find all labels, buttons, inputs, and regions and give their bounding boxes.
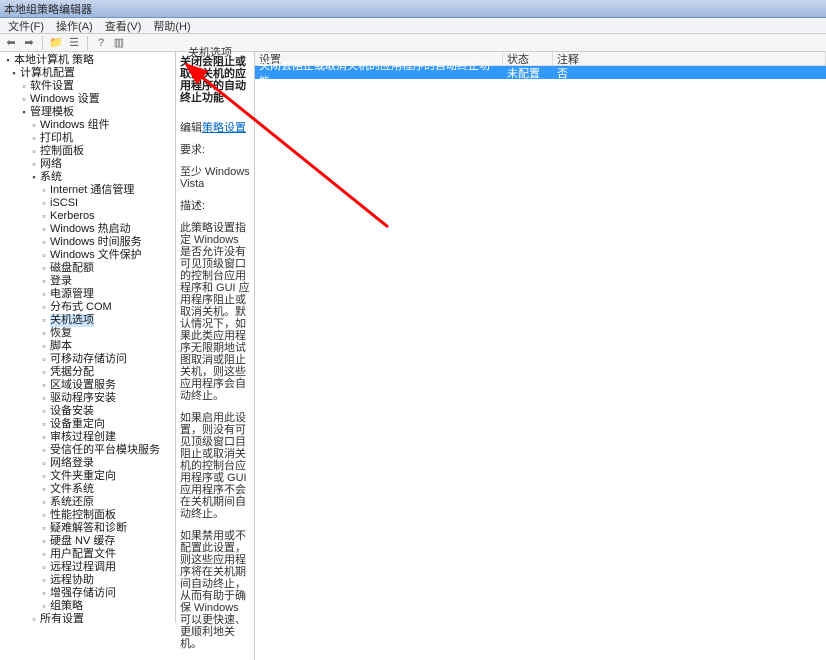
desc-text: 此策略设置指定 Windows 是否允许没有可见顶级窗口的控制台应用程序和 GU… — [180, 222, 252, 402]
tree-item[interactable]: ▫区域设置服务 — [0, 379, 175, 392]
window-title: 本地组策略编辑器 — [4, 1, 92, 17]
tree-item[interactable]: ▫Windows 时间服务 — [0, 236, 175, 249]
desc-text: 如果禁用或不配置此设置，则这些应用程序将在关机期间自动终止，从而有助于确保 Wi… — [180, 530, 252, 650]
tree-item[interactable]: ▫硬盘 NV 缓存 — [0, 535, 175, 548]
tree-item[interactable]: ▫电源管理 — [0, 288, 175, 301]
tree-item[interactable]: ▫性能控制面板 — [0, 509, 175, 522]
tree-item[interactable]: ▫文件系统 — [0, 483, 175, 496]
tree-item[interactable]: ▫脚本 — [0, 340, 175, 353]
row-note: 否 — [553, 65, 826, 81]
tree-system[interactable]: ▪系统 — [0, 171, 175, 184]
tree-item[interactable]: ▫Kerberos — [0, 210, 175, 223]
edit-policy-link[interactable]: 策略设置 — [202, 122, 246, 134]
tree-item[interactable]: ▫远程协助 — [0, 574, 175, 587]
requirement-label: 要求: — [180, 144, 252, 156]
settings-list: 设置 状态 注释 关闭会阻止或取消关机的应用程序的自动终止功能 未配置 否 — [254, 52, 826, 660]
tree-item[interactable]: ▫组策略 — [0, 600, 175, 613]
tree-item[interactable]: ▫增强存储访问 — [0, 587, 175, 600]
tree-item[interactable]: ▫Windows 设置 — [0, 93, 175, 106]
requirement-text: 至少 Windows Vista — [180, 166, 252, 190]
menu-help[interactable]: 帮助(H) — [147, 18, 196, 34]
desc-label: 描述: — [180, 200, 252, 212]
tree-item[interactable]: ▫可移动存储访问 — [0, 353, 175, 366]
tree-shutdown-options[interactable]: ▫关机选项 — [0, 314, 175, 327]
tree-item[interactable]: ▫iSCSI — [0, 197, 175, 210]
menu-bar: 文件(F) 操作(A) 查看(V) 帮助(H) — [0, 18, 826, 34]
tree-item[interactable]: ▫软件设置 — [0, 80, 175, 93]
row-name: 关闭会阻止或取消关机的应用程序的自动终止功能 — [255, 57, 503, 89]
tree-computer-config[interactable]: ▪计算机配置 — [0, 67, 175, 80]
tree-item[interactable]: ▫驱动程序安装 — [0, 392, 175, 405]
tree-item[interactable]: ▫打印机 — [0, 132, 175, 145]
row-state: 未配置 — [503, 65, 553, 81]
tree-item[interactable]: ▫设备安装 — [0, 405, 175, 418]
tree-item[interactable]: ▫控制面板 — [0, 145, 175, 158]
tree-item[interactable]: ▫凭据分配 — [0, 366, 175, 379]
tree-item[interactable]: ▫远程过程调用 — [0, 561, 175, 574]
setting-row[interactable]: 关闭会阻止或取消关机的应用程序的自动终止功能 未配置 否 — [255, 66, 826, 79]
panel-content: 关闭会阻止或取消关机的应用程序的自动终止功能 编辑策略设置 要求: 至少 Win… — [176, 52, 826, 660]
tree-item[interactable]: ▫Windows 文件保护 — [0, 249, 175, 262]
tree-item[interactable]: ▫疑难解答和诊断 — [0, 522, 175, 535]
tree-item[interactable]: ▫网络 — [0, 158, 175, 171]
tree-item[interactable]: ▫网络登录 — [0, 457, 175, 470]
filter-icon[interactable]: ▥ — [112, 36, 126, 50]
tree-item[interactable]: ▫受信任的平台模块服务 — [0, 444, 175, 457]
tree-pane[interactable]: ▪本地计算机 策略 ▪计算机配置 ▫软件设置 ▫Windows 设置 ▪管理模板… — [0, 52, 176, 623]
tree-item[interactable]: ▪管理模板 — [0, 106, 175, 119]
menu-view[interactable]: 查看(V) — [99, 18, 148, 34]
tree-item[interactable]: ▫系统还原 — [0, 496, 175, 509]
menu-action[interactable]: 操作(A) — [50, 18, 99, 34]
col-state[interactable]: 状态 — [503, 52, 553, 65]
window-title-bar: 本地组策略编辑器 — [0, 0, 826, 18]
forward-icon[interactable]: ➡ — [22, 36, 36, 50]
help-icon[interactable]: ? — [94, 36, 108, 50]
policy-heading: 关闭会阻止或取消关机的应用程序的自动终止功能 — [180, 56, 252, 104]
col-note[interactable]: 注释 — [553, 52, 826, 65]
tree-item[interactable]: ▫审核过程创建 — [0, 431, 175, 444]
tree-item[interactable]: ▫所有设置 — [0, 613, 175, 623]
back-icon[interactable]: ⬅ — [4, 36, 18, 50]
edit-line: 编辑策略设置 — [180, 122, 252, 134]
tree-item[interactable]: ▫登录 — [0, 275, 175, 288]
tree-item[interactable]: ▫磁盘配额 — [0, 262, 175, 275]
tree-item[interactable]: ▫分布式 COM — [0, 301, 175, 314]
tree-item[interactable]: ▫Windows 组件 — [0, 119, 175, 132]
tree-item[interactable]: ▫设备重定向 — [0, 418, 175, 431]
menu-file[interactable]: 文件(F) — [2, 18, 50, 34]
tree-item[interactable]: ▫Windows 热启动 — [0, 223, 175, 236]
tree-item[interactable]: ▫用户配置文件 — [0, 548, 175, 561]
toolbar-sep — [42, 36, 43, 50]
desc-text: 如果启用此设置，则没有可见顶级窗口目阻止或取消关机的控制台应用程序或 GUI 应… — [180, 412, 252, 520]
list-icon[interactable]: ☰ — [67, 36, 81, 50]
description-pane: 关闭会阻止或取消关机的应用程序的自动终止功能 编辑策略设置 要求: 至少 Win… — [176, 52, 254, 660]
tree-item[interactable]: ▫文件夹重定向 — [0, 470, 175, 483]
main-split: ▪本地计算机 策略 ▪计算机配置 ▫软件设置 ▫Windows 设置 ▪管理模板… — [0, 52, 826, 623]
folder-icon[interactable]: 📁 — [49, 36, 63, 50]
right-pane: 关机选项 关闭会阻止或取消关机的应用程序的自动终止功能 编辑策略设置 要求: 至… — [176, 52, 826, 623]
toolbar-sep — [87, 36, 88, 50]
tree-item[interactable]: ▫Internet 通信管理 — [0, 184, 175, 197]
tree-root[interactable]: ▪本地计算机 策略 — [0, 54, 175, 67]
tool-bar: ⬅ ➡ 📁 ☰ ? ▥ — [0, 34, 826, 52]
tree-item[interactable]: ▫恢复 — [0, 327, 175, 340]
